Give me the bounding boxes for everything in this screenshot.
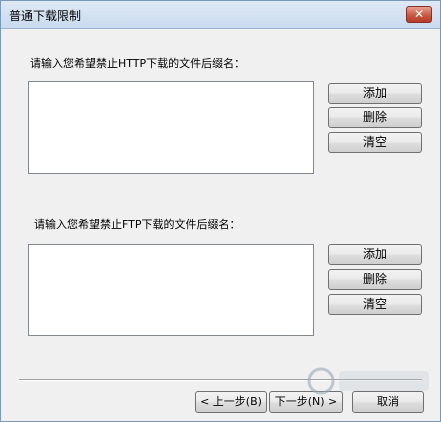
dialog-client-area: 请输入您希望禁止HTTP下载的文件后缀名： 添加 删除 清空 请输入您希望禁止F… (1, 29, 440, 421)
ftp-delete-button[interactable]: 删除 (328, 269, 422, 290)
http-section-label: 请输入您希望禁止HTTP下载的文件后缀名： (30, 57, 246, 70)
cancel-button[interactable]: 取消 (352, 391, 424, 413)
http-clear-button[interactable]: 清空 (328, 132, 422, 153)
ftp-add-button[interactable]: 添加 (328, 244, 422, 265)
title-bar[interactable]: 普通下载限制 ✕ (1, 1, 440, 29)
http-extension-list[interactable] (28, 81, 314, 174)
http-add-button[interactable]: 添加 (328, 83, 422, 104)
close-button[interactable]: ✕ (406, 6, 432, 23)
http-delete-button[interactable]: 删除 (328, 107, 422, 128)
ftp-section-label: 请输入您希望禁止FTP下载的文件后缀名： (34, 218, 241, 231)
ftp-clear-button[interactable]: 清空 (328, 294, 422, 315)
close-icon: ✕ (413, 7, 425, 21)
window-title: 普通下载限制 (9, 9, 82, 23)
back-button[interactable]: < 上一步(B) (195, 391, 267, 413)
footer-separator (19, 379, 422, 381)
dialog-window: 普通下载限制 ✕ 请输入您希望禁止HTTP下载的文件后缀名： 添加 删除 清空 … (0, 0, 441, 422)
next-button[interactable]: 下一步(N) > (269, 391, 343, 413)
ftp-extension-list[interactable] (28, 244, 314, 336)
